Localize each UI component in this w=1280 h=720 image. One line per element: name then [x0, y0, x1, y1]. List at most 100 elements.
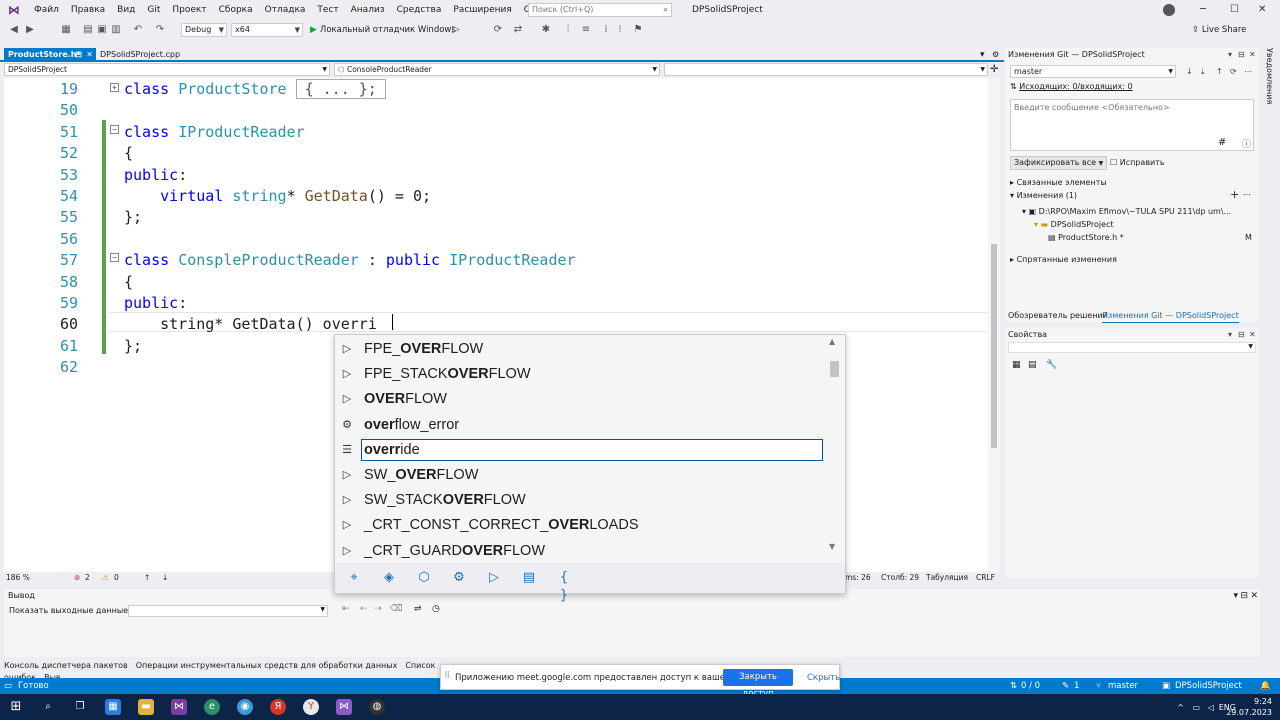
collapse-icon[interactable]: − [110, 253, 119, 262]
incoming-outgoing-link[interactable]: ⇅ Исходящих: 0/входящих: 0 [1010, 81, 1133, 93]
member-combo[interactable]: ▼ [664, 63, 988, 76]
menu-item[interactable]: Вид [111, 0, 141, 20]
completion-item[interactable]: ▷ FPE_OVERFLOW [335, 337, 829, 361]
code-line[interactable]: }; [124, 208, 142, 226]
more-icon[interactable]: ⋯ [1243, 189, 1251, 201]
next-message-icon[interactable]: ⇢ [374, 604, 382, 614]
word-wrap-icon[interactable]: ⇌ [414, 604, 422, 614]
avatar[interactable] [1163, 4, 1175, 16]
tab-git-changes[interactable]: Изменения Git — DPSolidSProject [1102, 310, 1239, 323]
property-pages-icon[interactable]: 🔧 [1046, 360, 1057, 370]
menu-item[interactable]: Git [141, 0, 166, 20]
close-icon[interactable]: ✕ [1249, 328, 1256, 342]
project-combo[interactable]: DPSolidSProject ▼ [4, 63, 330, 76]
drag-handle-icon[interactable]: ⠿ [444, 671, 450, 681]
menu-item[interactable]: Сборка [213, 0, 259, 20]
expand-icon[interactable]: + [110, 83, 119, 92]
visual-studio-icon[interactable]: ⋈ [171, 699, 187, 715]
namespace-filter-icon[interactable]: ▤ [520, 569, 538, 587]
menu-item[interactable]: Проект [166, 0, 212, 20]
open-icon[interactable]: ▤ [82, 24, 94, 36]
platform-combo[interactable]: x64 ▼ [231, 23, 303, 37]
macro-filter-icon[interactable]: ▷ [485, 569, 503, 587]
close-icon[interactable]: ✕ [1249, 48, 1256, 62]
tab-close-icon[interactable]: ✕ [86, 48, 93, 62]
branch-icon[interactable]: ⑂ [1096, 678, 1101, 694]
categorized-icon[interactable]: ▦ [1012, 360, 1021, 370]
visual-studio-active-icon[interactable]: ⋈ [336, 699, 352, 715]
completion-item[interactable]: ⚙ overflow_error [335, 413, 829, 437]
scroll-up-icon[interactable]: ▲ [829, 337, 835, 346]
uncomment-icon[interactable]: ⁝ [614, 24, 626, 36]
completion-item[interactable]: ▷ OVERFLOW [335, 387, 829, 411]
amend-checkbox[interactable]: ☐ Исправить [1110, 156, 1165, 170]
pin-icon[interactable]: ⊟ [1240, 589, 1248, 603]
start-debugging-button[interactable]: ▶ Локальный отладчик Windows [310, 23, 456, 37]
repo-icon[interactable]: ▣ [1162, 678, 1170, 694]
line-ending[interactable]: CRLF [976, 572, 995, 584]
completion-scroll-thumb[interactable] [830, 361, 839, 377]
warning-icon[interactable]: ⚠ [102, 572, 109, 584]
output-source-combo[interactable]: ▼ [128, 605, 328, 617]
scrollbar-thumb[interactable] [991, 244, 997, 448]
comment-icon[interactable]: ⁞ [600, 24, 612, 36]
yandex-icon[interactable]: Я [270, 699, 286, 715]
file-explorer-icon[interactable]: ▬ [138, 699, 154, 715]
panel-menu-icon[interactable]: ▾ [1228, 328, 1232, 342]
stashes-section[interactable]: ▸ Спрятанные изменения [1010, 254, 1117, 266]
menu-item[interactable]: Средства [391, 0, 448, 20]
changes-section[interactable]: ▾ Изменения (1) [1010, 190, 1077, 202]
save-icon[interactable]: ▣ [96, 24, 108, 36]
repo-name[interactable]: DPSolidSProject [1175, 678, 1242, 694]
tab-solution-explorer[interactable]: Обозреватель решений [1008, 310, 1108, 322]
tab-dpsolidsproject-cpp[interactable]: DPSolidSProject.cpp [96, 48, 184, 62]
start-without-debug-icon[interactable]: ▷ [450, 24, 462, 36]
code-line[interactable]: }; [124, 337, 142, 355]
code-line[interactable]: { [124, 273, 133, 291]
expand-filter-icon[interactable]: ⌖ [345, 569, 363, 587]
commits-icon[interactable]: ✎ [1062, 678, 1069, 694]
network-icon[interactable]: ▭ [1192, 702, 1200, 713]
info-icon[interactable]: ⓘ [1242, 137, 1251, 150]
commit-count[interactable]: 1 [1074, 678, 1079, 694]
bottom-tab[interactable]: Консоль диспетчера пакетов [4, 661, 128, 670]
maximize-icon[interactable]: ☐ [1230, 0, 1239, 20]
commit-all-button[interactable]: Зафиксировать все ▼ [1010, 156, 1108, 170]
changes-icon[interactable]: ⇅ [1010, 678, 1017, 694]
branch-combo[interactable]: master ▼ [1010, 65, 1176, 78]
code-line[interactable]: virtual string* GetData() = 0; [124, 187, 431, 205]
completion-scrollbar[interactable]: ▲ ▼ [827, 337, 841, 555]
type-filter-icon[interactable]: ⚙ [450, 569, 468, 587]
branch-name[interactable]: master [1108, 678, 1138, 694]
up-arrow-icon[interactable]: ↑ [144, 572, 150, 584]
step-icon[interactable]: ⇄ [512, 24, 524, 36]
zoom-level[interactable]: 186 % [6, 572, 30, 584]
pull-icon[interactable]: ⤓ [1201, 65, 1205, 79]
task-view-icon[interactable]: ❐ [72, 699, 88, 715]
indentation[interactable]: Табуляция [926, 572, 968, 584]
align-icon[interactable]: ≡ [580, 24, 592, 36]
error-icon[interactable]: ⊗ [74, 572, 80, 584]
menu-item[interactable]: Отладка [259, 0, 312, 20]
down-arrow-icon[interactable]: ↓ [162, 572, 168, 584]
code-line[interactable]: { [124, 144, 133, 162]
repo-path-row[interactable]: ▾ ▣ D:\RPO\Maxim Efimov\~TULA SPU 211\dp… [1022, 206, 1242, 218]
redo-icon[interactable]: ↷ [154, 24, 166, 36]
undo-icon[interactable]: ↶ [132, 24, 144, 36]
code-line[interactable]: class ProductStore { ... }; [124, 79, 386, 99]
tab-list-icon[interactable]: ▾ [976, 48, 989, 62]
completion-item[interactable]: ▷ SW_STACKOVERFLOW [335, 488, 829, 512]
pin-icon[interactable]: ⊟ [75, 48, 82, 62]
config-combo[interactable]: Debug ▼ [181, 23, 227, 37]
settings-icon[interactable]: ⚙ [988, 48, 1003, 62]
search-icon[interactable]: ⌕ [40, 699, 56, 715]
object-combo[interactable]: ▼ [1008, 342, 1256, 353]
find-icon[interactable]: ⇤ [342, 604, 350, 614]
clock-icon[interactable]: ◷ [432, 604, 440, 614]
windows-start-icon[interactable]: ⊞ [8, 699, 24, 715]
tab-productstore-h[interactable]: ProductStore.h* ⊟ ✕ [4, 48, 96, 62]
project-folder-row[interactable]: ▾ ▬ DPSolidSProject [1034, 219, 1114, 231]
linked-items-section[interactable]: ▸ Связанные элементы [1010, 177, 1107, 189]
code-line[interactable]: public: [124, 294, 187, 312]
editor-scrollbar[interactable] [988, 78, 1000, 572]
